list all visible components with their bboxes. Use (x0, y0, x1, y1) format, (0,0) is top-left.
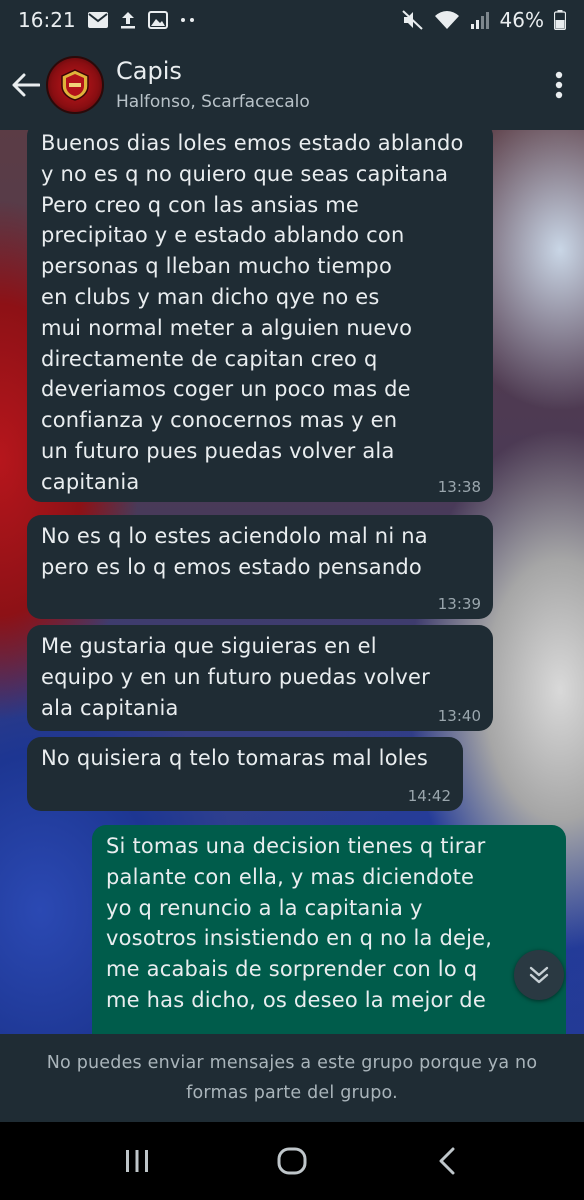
scroll-to-bottom-button[interactable] (514, 950, 564, 1000)
message-time: 14:42 (407, 787, 451, 805)
mute-icon (401, 10, 424, 30)
chat-title: Capis (116, 57, 182, 85)
message-time: 13:38 (437, 478, 481, 496)
wifi-icon (434, 10, 460, 30)
back-nav-button[interactable] (417, 1131, 477, 1191)
overflow-menu-button[interactable] (534, 55, 584, 115)
message-bubble-incoming[interactable]: Me gustaria que siguieras en el equipo y… (27, 625, 493, 731)
read-only-notice: No puedes enviar mensajes a este grupo p… (0, 1034, 584, 1122)
message-text: Me gustaria que siguieras en el equipo y… (41, 634, 430, 720)
home-icon (277, 1147, 307, 1175)
image-icon (147, 11, 168, 29)
message-text: No es q lo estes aciendolo mal ni na per… (41, 524, 428, 579)
back-button[interactable] (0, 55, 52, 115)
battery-icon (554, 10, 566, 30)
chat-members: Halfonso, Scarfacecalo (116, 92, 310, 112)
recent-apps-button[interactable] (107, 1131, 167, 1191)
message-bubble-outgoing[interactable]: Si tomas una decision tienes q tirar pal… (92, 825, 566, 1034)
message-bubble-incoming[interactable]: Buenos dias loles emos estado ablando y … (27, 130, 493, 502)
notice-text: No puedes enviar mensajes a este grupo p… (46, 1053, 538, 1103)
double-chevron-down-icon (529, 966, 549, 984)
chat-area[interactable]: Buenos dias loles emos estado ablando y … (0, 130, 584, 1034)
message-text: No quisiera q telo tomaras mal loles (41, 746, 429, 770)
upload-icon (120, 11, 136, 29)
system-nav-bar (0, 1122, 584, 1200)
home-button[interactable] (262, 1131, 322, 1191)
message-time: 13:39 (437, 595, 481, 613)
chevron-left-icon (439, 1147, 455, 1175)
message-text: Si tomas una decision tienes q tirar pal… (106, 834, 493, 1012)
status-bar: 16:21 46% (0, 0, 584, 40)
message-bubble-incoming[interactable]: No quisiera q telo tomaras mal loles 14:… (27, 737, 463, 811)
chat-header: Capis Halfonso, Scarfacecalo (0, 40, 584, 130)
group-logo-icon (61, 69, 89, 101)
mail-icon (87, 12, 108, 28)
chat-titles[interactable]: Capis Halfonso, Scarfacecalo (116, 56, 310, 114)
message-time: 13:40 (437, 707, 481, 725)
signal-icon (470, 10, 490, 30)
more-dots-icon (180, 17, 196, 23)
more-vert-icon (555, 71, 563, 99)
group-avatar[interactable] (46, 56, 104, 114)
message-bubble-incoming[interactable]: No es q lo estes aciendolo mal ni na per… (27, 515, 493, 619)
battery-percent: 46% (499, 8, 544, 32)
back-arrow-icon (12, 73, 40, 97)
message-text: Buenos dias loles emos estado ablando y … (41, 131, 464, 494)
recent-apps-icon (126, 1150, 149, 1172)
status-time: 16:21 (18, 8, 76, 32)
